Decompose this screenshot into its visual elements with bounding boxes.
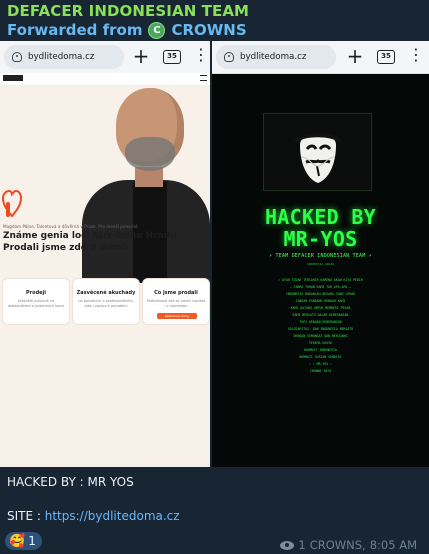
url-text: bydlitedoma.cz — [28, 52, 95, 62]
message-line: KAMI DATANG UNTUK MEMBERI PESAN — [290, 306, 351, 310]
reaction-badge[interactable]: 🥰 1 — [5, 532, 42, 550]
heart-mark-icon — [2, 186, 22, 220]
forwarded-from[interactable]: Forwarded from C CROWNS — [7, 21, 247, 39]
forwarded-label: Forwarded from — [7, 21, 143, 39]
hero-title-line-1: Známe genia loci Středního Hradu — [3, 231, 177, 241]
service-card: Co jsme prodali Podrobnosti zde se nalez… — [143, 279, 209, 324]
caption-hacked-by: HACKED BY : MR YOS — [7, 475, 134, 489]
message-line: DENGAN SEMANGAT DAN BERJUANG — [293, 334, 348, 338]
message-caption: HACKED BY : MR YOS SITE : https://bydlit… — [7, 474, 417, 524]
message-meta: 1 CROWNS, 8:05 AM — [280, 538, 417, 552]
defacement-message: ⚡ AYAH TIDAK TERLAHIR KARENA AKAN KITA P… — [212, 277, 429, 375]
hacked-title-line-2: MR-YOS — [283, 227, 358, 251]
address-bar: bydlitedoma.cz — [4, 45, 124, 69]
message-time: 8:05 AM — [369, 538, 417, 552]
portrait-beard — [125, 137, 175, 171]
forward-source-avatar: C — [148, 21, 166, 39]
tabs-count-icon: 35 — [377, 50, 395, 64]
card-title: Prodeji — [26, 290, 46, 296]
hero-title-line-2: Prodali jsme zde 9 domů — [3, 243, 128, 253]
left-screenshot[interactable]: bydlitedoma.cz + 35 ⋮ Magdam Pálne, Tale… — [0, 41, 210, 467]
forward-source-name[interactable]: CROWNS — [171, 21, 246, 39]
smiling-face-with-hearts-icon: 🥰 — [9, 533, 26, 549]
site-logo — [3, 75, 23, 81]
caption-site-row: SITE : https://bydlitedoma.cz — [7, 508, 417, 524]
hero-copy: Magdam Pálne, Talentová a důvěrná v Praz… — [0, 221, 210, 281]
guy-fawkes-mask-icon — [288, 121, 348, 187]
service-card: Prodeji přesnělá úsilovné na dobastrákem… — [3, 279, 69, 324]
author-signature: CROWNS, — [309, 538, 366, 552]
message-line: KAMI BERSATU DALAM KEBERANIAN — [292, 313, 349, 317]
website-header — [0, 73, 210, 86]
message-line: HORMATI SUSIAN SENDIRI — [299, 355, 342, 359]
message-footer: 🥰 1 1 CROWNS, 8:05 AM — [0, 531, 429, 554]
message-line: CROWNS 2024 — [309, 369, 332, 373]
hacked-title: HACKED BY MR-YOS — [212, 206, 429, 250]
new-tab-icon: + — [132, 44, 150, 68]
address-bar: bydlitedoma.cz — [216, 45, 336, 69]
sender-name[interactable]: DEFACER INDONESIAN TEAM — [7, 2, 249, 20]
service-card: Zasvěcené akuchady na posudcích a profes… — [73, 279, 139, 324]
url-text: bydlitedoma.cz — [240, 52, 307, 62]
more-icon: ⋮ — [193, 45, 209, 64]
message-line: ⚡ ⚡ MR-YOS ⚡ — [308, 362, 333, 366]
message-line: SOLIDARITAS. DAN INDONESIA BERSATU — [287, 327, 354, 331]
message-line: ⚡ AYAH TIDAK TERLAHIR KARENA AKAN KITA P… — [278, 278, 363, 282]
tabs-count-icon: 35 — [163, 50, 181, 64]
browser-toolbar: bydlitedoma.cz + 35 ⋮ — [212, 41, 429, 74]
team-name: ⚡ TEAM DEFACER INDONESIAN TEAM ⚡ — [269, 253, 372, 259]
card-text: přesnělá úsilovné na dobastrákem a posle… — [7, 299, 65, 308]
message-line: HORMATI INDONESIA — [304, 348, 337, 352]
site-info-icon — [224, 52, 234, 62]
site-link[interactable]: https://bydlitedoma.cz — [45, 509, 180, 523]
browser-toolbar: bydlitedoma.cz + 35 ⋮ — [0, 41, 210, 74]
hacked-title-line-1: HACKED BY — [264, 205, 377, 229]
new-tab-icon: + — [346, 44, 364, 68]
message-line: JANGAN PANDANG RENDAH KAMI — [295, 299, 346, 303]
message-line: TAPI DENGAN KEBERANIAN — [299, 320, 342, 324]
message-line: — TANPA TUHAN KAMI TAK APA-APA — — [289, 285, 352, 289]
telegram-message-bubble[interactable]: DEFACER INDONESIAN TEAM Forwarded from C… — [0, 0, 429, 554]
card-title: Co jsme prodali — [154, 290, 198, 296]
hamburger-icon — [200, 75, 207, 81]
reaction-count: 1 — [28, 534, 36, 548]
card-title: Zasvěcené akuchady — [76, 290, 136, 296]
hero-subtitle: Magdam Pálne, Talentová a důvěrná v Praz… — [3, 224, 138, 229]
message-line: INDONESIA BUKANLAH NEGARA YANG LEMAH — [285, 292, 356, 296]
message-header: DEFACER INDONESIAN TEAM Forwarded from C… — [7, 2, 417, 44]
eye-icon — [280, 540, 295, 550]
service-cards: Prodeji přesnělá úsilovné na dobastrákem… — [3, 279, 209, 324]
team-subtitle: INDONESIA UNIAN — [306, 262, 335, 266]
right-screenshot[interactable]: bydlitedoma.cz + 35 ⋮ HACKED BY MR-YOS ⚡… — [212, 41, 429, 467]
card-text: Podrobnosti zde se nalezi najdete i s ma… — [146, 299, 206, 308]
site-label: SITE : — [7, 509, 45, 523]
more-icon: ⋮ — [408, 45, 424, 64]
photo-gallery[interactable]: bydlitedoma.cz + 35 ⋮ Magdam Pálne, Tale… — [0, 41, 429, 467]
anonymous-banner — [264, 114, 371, 190]
card-text: na posudcích a profesionálního, jako i z… — [78, 299, 134, 308]
message-line: TERIMA KASIH — [308, 341, 333, 345]
view-count: 1 — [298, 538, 306, 552]
card-button: Reference domy — [157, 313, 197, 319]
site-info-icon — [12, 52, 22, 62]
